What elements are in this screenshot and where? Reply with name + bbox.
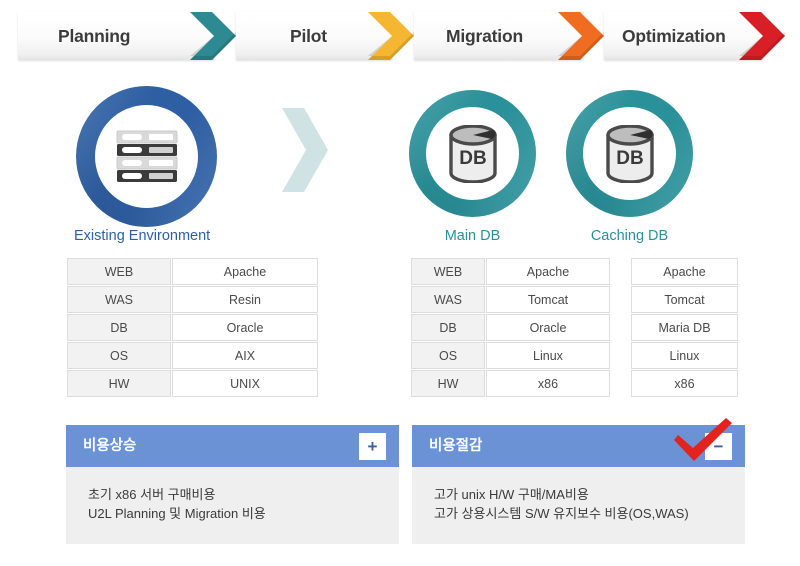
phase-label-migration: Migration	[446, 26, 523, 46]
cost-saving-panel: 비용절감 − 고가 unix H/W 구매/MA비용 고가 상용시스템 S/W …	[412, 425, 745, 544]
database-icon: DB	[566, 90, 693, 217]
spec-value: Apache	[631, 258, 738, 285]
list-item: 초기 x86 서버 구매비용	[88, 487, 216, 502]
existing-environment-spec-table: WEB Apache WAS Resin DB Oracle OS AIX HW…	[66, 257, 319, 398]
existing-environment-caption: Existing Environment	[74, 228, 211, 244]
phase-progress-bar: Planning Pilot Migration Optimization	[18, 12, 785, 60]
spec-key: DB	[411, 314, 485, 341]
caching-db-caption: Caching DB	[590, 228, 669, 244]
spec-key: HW	[411, 370, 485, 397]
caching-db-node[interactable]: DB	[566, 90, 693, 217]
server-rack-icon	[76, 86, 217, 227]
table-row: WAS Tomcat	[411, 286, 610, 313]
spec-value: Tomcat	[631, 286, 738, 313]
spec-value: AIX	[172, 342, 318, 369]
spec-key: DB	[67, 314, 171, 341]
table-row: Apache	[631, 258, 738, 285]
phase-step-optimization[interactable]: Optimization	[582, 12, 785, 60]
table-row: HW UNIX	[67, 370, 318, 397]
caching-db-spec-table: Apache Tomcat Maria DB Linux x86	[630, 257, 739, 398]
table-row: x86	[631, 370, 738, 397]
panel-title: 비용상승	[83, 438, 137, 454]
table-row: HW x86	[411, 370, 610, 397]
phase-label-planning: Planning	[58, 26, 131, 46]
spec-value: Tomcat	[486, 286, 610, 313]
phase-step-migration[interactable]: Migration	[392, 12, 604, 60]
panel-body: 초기 x86 서버 구매비용 U2L Planning 및 Migration …	[66, 467, 399, 544]
existing-environment-node[interactable]	[76, 86, 217, 227]
spec-key: OS	[411, 342, 485, 369]
list-item: 고가 상용시스템 S/W 유지보수 비용(OS,WAS)	[434, 506, 689, 521]
spec-value: Oracle	[486, 314, 610, 341]
spec-key: HW	[67, 370, 171, 397]
minus-badge[interactable]: −	[705, 433, 732, 460]
table-row: Maria DB	[631, 314, 738, 341]
chevron-right-icon	[278, 108, 332, 192]
table-row: DB Oracle	[67, 314, 318, 341]
plus-badge[interactable]: +	[359, 433, 386, 460]
phase-step-pilot[interactable]: Pilot	[214, 12, 414, 60]
spec-key: WAS	[411, 286, 485, 313]
spec-key: WEB	[67, 258, 171, 285]
panel-header: 비용상승 +	[66, 425, 399, 467]
table-row: OS AIX	[67, 342, 318, 369]
database-icon: DB	[409, 90, 536, 217]
main-db-caption: Main DB	[444, 228, 501, 244]
spec-key: OS	[67, 342, 171, 369]
spec-value: Resin	[172, 286, 318, 313]
table-row: WEB Apache	[67, 258, 318, 285]
table-row: DB Oracle	[411, 314, 610, 341]
spec-value: Maria DB	[631, 314, 738, 341]
table-row: WAS Resin	[67, 286, 318, 313]
main-db-spec-table: WEB Apache WAS Tomcat DB Oracle OS Linux…	[410, 257, 611, 398]
spec-value: UNIX	[172, 370, 318, 397]
spec-value: Linux	[486, 342, 610, 369]
spec-key: WEB	[411, 258, 485, 285]
list-item: 고가 unix H/W 구매/MA비용	[434, 487, 589, 502]
table-row: OS Linux	[411, 342, 610, 369]
spec-key: WAS	[67, 286, 171, 313]
table-row: WEB Apache	[411, 258, 610, 285]
table-row: Tomcat	[631, 286, 738, 313]
panel-title: 비용절감	[429, 438, 483, 454]
phase-label-optimization: Optimization	[622, 26, 726, 46]
phase-arrow-optimization	[739, 12, 785, 60]
panel-header: 비용절감 −	[412, 425, 745, 467]
cost-increase-panel: 비용상승 + 초기 x86 서버 구매비용 U2L Planning 및 Mig…	[66, 425, 399, 544]
table-row: Linux	[631, 342, 738, 369]
phase-step-planning[interactable]: Planning	[18, 12, 236, 60]
list-item: U2L Planning 및 Migration 비용	[88, 506, 266, 521]
main-db-node[interactable]: DB	[409, 90, 536, 217]
spec-value: Apache	[172, 258, 318, 285]
svg-text:DB: DB	[459, 148, 486, 169]
spec-value: x86	[631, 370, 738, 397]
panel-body: 고가 unix H/W 구매/MA비용 고가 상용시스템 S/W 유지보수 비용…	[412, 467, 745, 544]
spec-value: x86	[486, 370, 610, 397]
spec-value: Linux	[631, 342, 738, 369]
phase-label-pilot: Pilot	[290, 26, 327, 46]
spec-value: Apache	[486, 258, 610, 285]
svg-text:DB: DB	[616, 148, 643, 169]
spec-value: Oracle	[172, 314, 318, 341]
